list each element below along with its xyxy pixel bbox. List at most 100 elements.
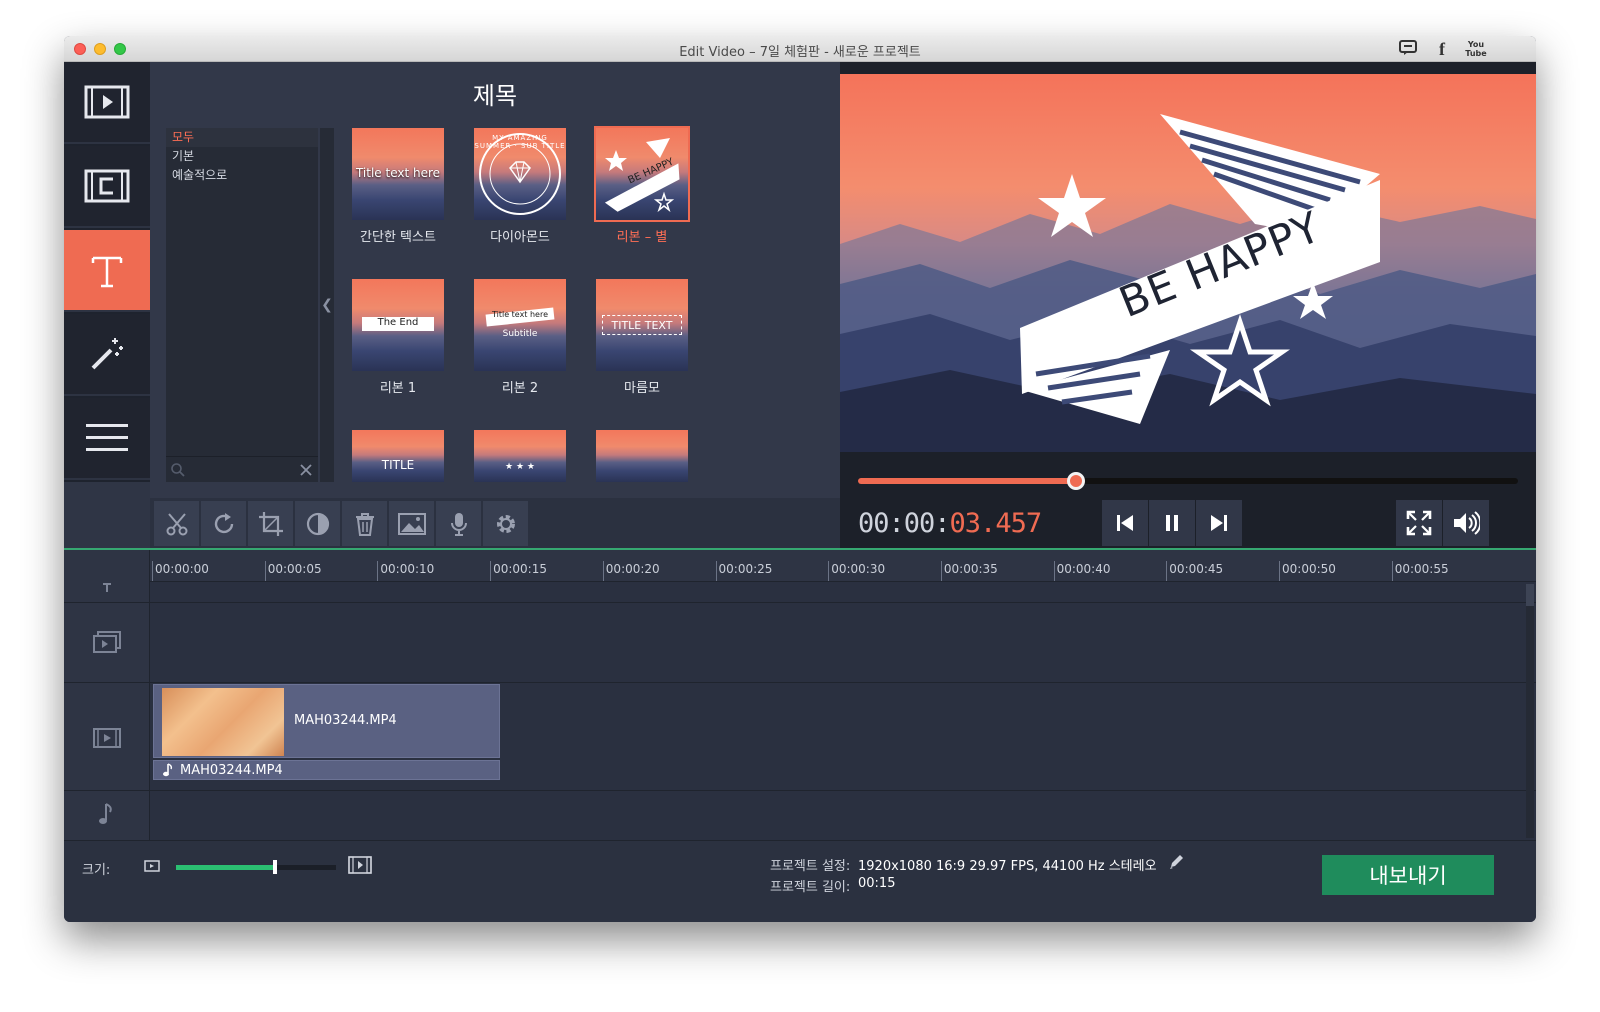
title-thumbnail-ribbon-2[interactable]: Title text here Subtitle <box>474 279 566 371</box>
ruler-tick-label: 00:00:55 <box>1394 562 1449 576</box>
ruler-tick-label: 00:00:15 <box>493 562 547 576</box>
ruler-tick-mark <box>1279 561 1280 581</box>
sidebar <box>64 62 150 482</box>
settings-button[interactable] <box>483 501 528 546</box>
title-thumbnail-rhombus[interactable]: TITLE TEXT <box>596 279 688 371</box>
youtube-icon[interactable]: You Tube <box>1464 40 1488 58</box>
project-length-value: 00:15 <box>858 876 896 891</box>
next-frame-button[interactable] <box>1196 500 1242 546</box>
title-thumbnail-simple-text[interactable]: Title text here <box>352 128 444 220</box>
project-settings-label: 프로젝트 설정: <box>770 859 851 874</box>
title-bar: Edit Video – 7일 체험판 - 새로운 프로젝트 f You Tub… <box>64 36 1536 62</box>
text-t-icon <box>91 256 123 288</box>
facebook-icon[interactable]: f <box>1432 40 1452 58</box>
ruler-tick-mark <box>1053 561 1055 581</box>
scrollbar-thumb[interactable] <box>1526 584 1534 606</box>
category-item-basic[interactable]: 기본 <box>166 147 318 166</box>
ruler-tick-label: 00:00:25 <box>718 562 773 576</box>
volume-button[interactable] <box>1443 500 1489 546</box>
timecode-prefix: 00:00: <box>858 508 951 539</box>
title-thumbnail-stars[interactable]: ★ ★ ★ <box>474 430 566 482</box>
ruler-tick-label: 00:00:00 <box>155 562 209 576</box>
fullscreen-icon <box>1406 510 1432 536</box>
timeline-scrollbar[interactable] <box>1526 584 1534 838</box>
timecode-display: 00:00:03.457 <box>858 508 1043 539</box>
thumbnail-overlay-text: Title text here <box>491 310 549 319</box>
ruler-tick-label: 00:00:40 <box>1056 562 1111 576</box>
crop-button[interactable] <box>248 501 293 546</box>
titles-panel: 제목 모두 기본 예술적으로 ❮ Title text here 간단한 텍스트 <box>150 62 900 498</box>
overlay-track-icon <box>92 630 122 654</box>
sidebar-item-titles[interactable] <box>64 230 150 312</box>
zoom-slider[interactable] <box>176 860 336 874</box>
delete-button[interactable] <box>342 501 387 546</box>
crop-icon <box>258 511 283 536</box>
search-icon <box>171 463 185 477</box>
ruler-tick-label: 00:00:30 <box>831 562 886 576</box>
thumbnail-overlay-text: The End <box>377 317 419 328</box>
thumbnail-label: 리본 – 별 <box>616 230 668 245</box>
rotate-icon <box>214 512 233 533</box>
timecode-current: 03.457 <box>949 508 1043 539</box>
fullscreen-button[interactable] <box>1396 500 1442 546</box>
clear-search-icon[interactable] <box>300 464 312 476</box>
timeline-ruler[interactable]: 00:00:00 00:00:05 00:00:10 00:00:15 00:00:20… <box>150 550 1536 582</box>
video-preview[interactable]: BE HAPPY <box>840 74 1536 452</box>
seek-bar-handle[interactable] <box>1066 472 1085 490</box>
ruler-tick-mark <box>940 561 942 581</box>
seek-bar-progress <box>858 478 1076 484</box>
ruler-tick-label: 00:00:50 <box>1282 562 1336 576</box>
pause-button[interactable] <box>1149 500 1195 546</box>
rotate-button[interactable] <box>201 501 246 546</box>
speaker-icon <box>1454 511 1480 535</box>
seek-bar[interactable] <box>858 472 1518 490</box>
sidebar-item-filters[interactable] <box>64 314 150 396</box>
project-length-label: 프로젝트 길이: <box>770 880 851 895</box>
thumbnail-label: 다이아몬드 <box>490 230 550 245</box>
microphone-icon <box>450 512 467 536</box>
zoom-slider-handle[interactable] <box>273 860 278 874</box>
ruler-tick-mark <box>602 561 604 581</box>
skip-forward-icon <box>1211 515 1227 531</box>
color-adjust-button[interactable] <box>295 501 340 546</box>
text-track-icon <box>92 582 122 594</box>
category-item-artistic[interactable]: 예술적으로 <box>166 166 318 185</box>
ruler-tick-mark <box>152 561 153 581</box>
editing-toolbar <box>150 498 840 548</box>
cut-button[interactable] <box>154 501 199 546</box>
image-button[interactable] <box>389 501 434 546</box>
zoom-in-icon[interactable] <box>348 855 372 875</box>
category-search-input[interactable] <box>166 456 318 482</box>
thumbnail-overlay-text: TITLE <box>381 458 415 472</box>
title-thumbnail-title[interactable]: TITLE <box>352 430 444 482</box>
export-button[interactable]: 내보내기 <box>1322 855 1494 895</box>
ruler-tick-label: 00:00:20 <box>605 562 660 576</box>
app-window: Edit Video – 7일 체험판 - 새로운 프로젝트 f You Tub… <box>64 36 1536 922</box>
chevron-left-icon: ❮ <box>321 297 333 313</box>
audio-clip[interactable]: MAH03244.MP4 <box>153 760 500 780</box>
sidebar-item-import[interactable] <box>64 62 150 144</box>
zoom-out-icon[interactable] <box>144 859 160 873</box>
ruler-tick-mark <box>490 561 492 581</box>
zoom-label: 크기: <box>82 863 111 878</box>
trash-icon <box>355 512 374 536</box>
title-thumbnail-plain[interactable] <box>596 430 688 482</box>
previous-frame-button[interactable] <box>1102 500 1148 546</box>
record-audio-button[interactable] <box>436 501 481 546</box>
title-thumbnail-ribbon-1[interactable]: The End <box>352 279 444 371</box>
hamburger-menu-icon <box>86 424 128 451</box>
chat-icon[interactable] <box>1398 40 1418 58</box>
audio-clip-name: MAH03244.MP4 <box>180 763 283 778</box>
title-thumbnail-ribbon-star[interactable]: BE HAPPY <box>594 126 690 222</box>
collapse-panel-button[interactable]: ❮ <box>320 128 334 482</box>
sidebar-item-more[interactable] <box>64 398 150 480</box>
pencil-icon[interactable] <box>1168 854 1184 870</box>
thumbnail-overlay-text: TITLE TEXT <box>611 319 673 332</box>
thumbnail-overlay-subtitle: Subtitle <box>502 329 538 339</box>
sidebar-item-transitions[interactable] <box>64 146 150 228</box>
video-clip[interactable]: MAH03244.MP4 <box>153 684 500 758</box>
title-thumbnail-diamond[interactable]: MY AMAZING SUMMER · SUB TITLE <box>474 128 566 220</box>
thumbnail-label: 마름모 <box>624 381 660 396</box>
category-item-all[interactable]: 모두 <box>166 128 318 147</box>
gear-icon <box>496 514 515 533</box>
